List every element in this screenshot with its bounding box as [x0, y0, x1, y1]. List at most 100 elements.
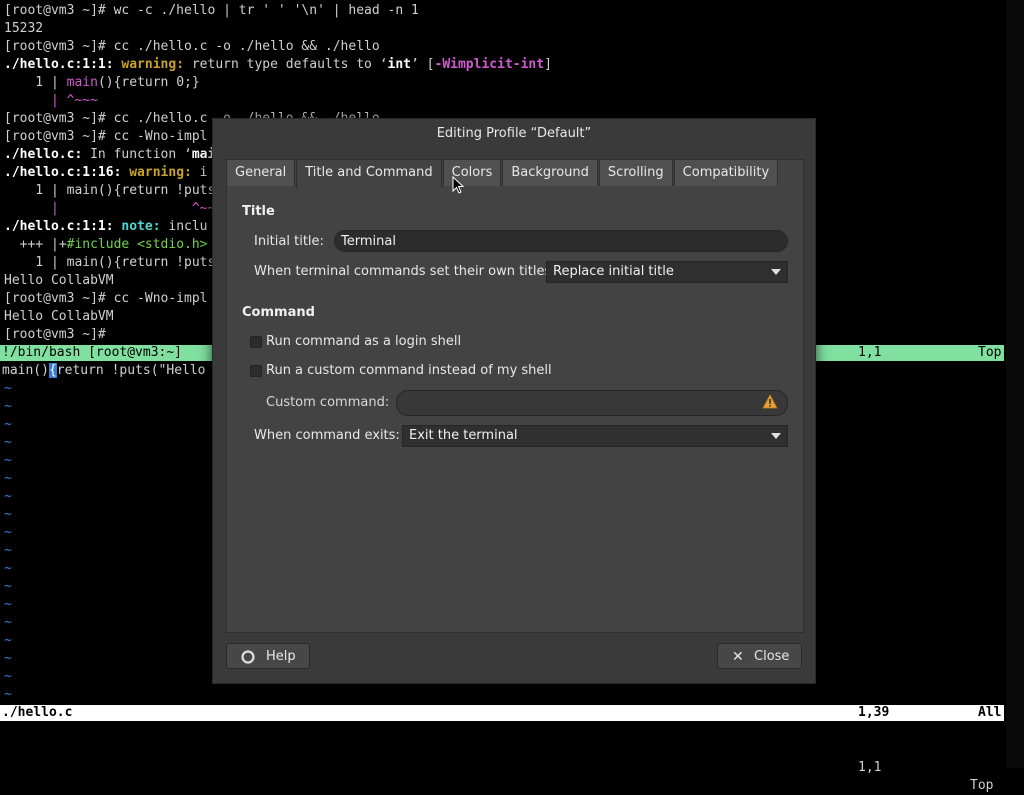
warning2-rest: i	[191, 165, 208, 180]
help-button[interactable]: Help	[226, 643, 310, 669]
terminal-source-line: 1 | main(){return 0;}	[4, 75, 200, 90]
status-bash-pos: 1,1	[858, 345, 882, 360]
tilde-column: ~ ~ ~ ~ ~ ~ ~ ~ ~ ~ ~ ~ ~ ~ ~ ~ ~ ~	[2, 380, 18, 722]
initial-title-label: Initial title:	[254, 234, 324, 249]
plus-text: #include <stdio.h>	[66, 237, 208, 252]
exit-label: When command exits:	[254, 428, 400, 443]
tilde: ~	[4, 471, 12, 486]
tilde: ~	[4, 615, 12, 630]
dialog-title: Editing Profile “Default”	[436, 126, 592, 141]
status-bash-label: !/bin/bash [root@vm3:~]	[2, 345, 183, 360]
chevron-down-icon	[771, 269, 781, 275]
profile-dialog: Editing Profile “Default” General Title …	[212, 118, 816, 684]
warning-msg: return type defaults to ‘	[184, 57, 388, 72]
command-section-heading: Command	[242, 305, 315, 320]
warning-icon	[762, 394, 778, 409]
terminal-line: Hello CollabVM	[4, 309, 114, 324]
terminal-scrollbar[interactable]	[1006, 0, 1024, 768]
terminal-plus-line: +++ |+#include <stdio.h>	[4, 236, 208, 254]
exit-action-value: Exit the terminal	[409, 428, 518, 443]
editor-post: return !puts("Hello	[56, 363, 206, 378]
terminal-note-line: ./hello.c:1:1: note: inclu	[4, 218, 208, 236]
tilde: ~	[4, 687, 12, 702]
warning2-kind: warning:	[129, 165, 192, 180]
close-icon: ✕	[732, 649, 744, 665]
initial-title-input[interactable]: Terminal	[334, 230, 788, 252]
warning2-file: ./hello.c:1:16:	[4, 165, 122, 180]
tab-compatibility[interactable]: Compatibility	[673, 159, 779, 186]
tilde: ~	[4, 561, 12, 576]
terminal-caret-line: | ^~~~	[4, 93, 98, 108]
terminal-line: 15232	[4, 21, 44, 36]
tab-background[interactable]: Background	[502, 159, 598, 186]
tab-general[interactable]: General	[226, 159, 296, 186]
terminal-infunction-line: ./hello.c: In function ‘mai	[4, 146, 215, 164]
tilde: ~	[4, 381, 12, 396]
terminal-line: [root@vm3 ~]# cc -Wno-impl	[4, 291, 208, 306]
custom-command-label: Custom command:	[266, 395, 390, 410]
terminal-line: Hello CollabVM	[4, 273, 114, 288]
help-button-label: Help	[266, 649, 296, 664]
infunction-file: ./hello.c:	[4, 147, 83, 162]
tilde: ~	[4, 417, 12, 432]
title-section-heading: Title	[242, 204, 275, 219]
close-button-label: Close	[754, 649, 790, 664]
custom-command-input[interactable]	[396, 390, 788, 416]
tilde: ~	[4, 597, 12, 612]
tilde: ~	[4, 525, 12, 540]
login-shell-checkbox[interactable]	[250, 336, 262, 348]
plus-prefix: +++ |+	[4, 237, 67, 252]
dynamic-title-label: When terminal commands set their own tit…	[254, 264, 556, 279]
close-button[interactable]: ✕ Close	[717, 643, 802, 669]
tilde: ~	[4, 489, 12, 504]
infunction-text: In function ‘	[82, 147, 192, 162]
custom-command-checkbox[interactable]	[250, 365, 262, 377]
bottom-ruler: 1,1 Top	[2, 741, 1006, 795]
warning-kind: warning:	[121, 57, 185, 72]
tilde: ~	[4, 543, 12, 558]
warning-flag: -Wimplicit-int	[434, 57, 545, 72]
note-rest: inclu	[160, 219, 208, 234]
editor-pre: main()	[2, 363, 49, 378]
custom-command-check-label[interactable]: Run a custom command instead of my shell	[266, 361, 552, 381]
status-bash-where: Top	[978, 345, 1002, 360]
terminal-caret-line: | ^~~	[4, 201, 216, 216]
tilde: ~	[4, 453, 12, 468]
tilde: ~	[4, 669, 12, 684]
terminal-warning-line: ./hello.c:1:1: warning: return type defa…	[4, 56, 552, 74]
login-shell-label[interactable]: Run command as a login shell	[266, 332, 461, 352]
dynamic-title-value: Replace initial title	[553, 264, 674, 279]
ruler-where: Top	[970, 778, 994, 793]
warning-msg2: ’ [	[411, 57, 435, 72]
ruler-pos: 1,1	[858, 760, 882, 775]
editor-line[interactable]: main(){return !puts("Hello	[2, 362, 206, 380]
note-kind: note:	[121, 219, 161, 234]
help-lifebuoy-icon	[241, 650, 255, 664]
tab-title-and-command[interactable]: Title and Command	[296, 159, 442, 188]
tab-bar: General Title and Command Colors Backgro…	[226, 159, 779, 188]
note-file: ./hello.c:1:1:	[4, 219, 114, 234]
warning-file: ./hello.c:1:1:	[4, 57, 114, 72]
tilde: ~	[4, 435, 12, 450]
terminal-line: 1 | main(){return !puts	[4, 255, 216, 270]
mouse-pointer-icon	[452, 176, 465, 194]
terminal-line: [root@vm3 ~]# cc ./hello.c -o ./hello &&…	[4, 39, 380, 54]
status-bar-file: ./hello.c 1,39 All	[0, 705, 1004, 721]
tilde: ~	[4, 399, 12, 414]
warning-keyword: int	[387, 57, 412, 72]
tilde: ~	[4, 507, 12, 522]
tab-scrolling[interactable]: Scrolling	[598, 159, 673, 186]
tilde: ~	[4, 579, 12, 594]
dynamic-title-dropdown[interactable]: Replace initial title	[546, 261, 788, 283]
status-file-pos: 1,39	[858, 705, 890, 720]
chevron-down-icon	[771, 433, 781, 439]
terminal-line: 1 | main(){return !puts	[4, 183, 216, 198]
warning-end: ]	[544, 57, 552, 72]
status-file-where: All	[978, 705, 1002, 720]
tilde: ~	[4, 633, 12, 648]
status-file-name: ./hello.c	[2, 705, 73, 720]
terminal-line: [root@vm3 ~]# wc -c ./hello | tr ' ' '\n…	[4, 3, 419, 18]
terminal-warning2-line: ./hello.c:1:16: warning: i	[4, 164, 208, 182]
editor-cursor: {	[48, 363, 57, 378]
exit-action-dropdown[interactable]: Exit the terminal	[402, 425, 788, 447]
